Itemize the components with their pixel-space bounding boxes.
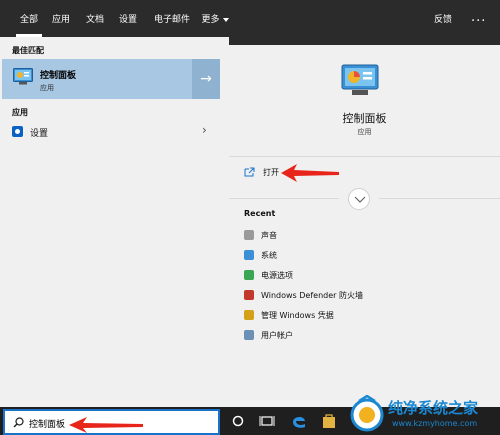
best-match-heading: 最佳匹配 (12, 46, 44, 55)
edge-browser-icon[interactable] (289, 411, 309, 431)
watermark-logo-icon (350, 395, 384, 432)
control-panel-icon (13, 68, 33, 85)
gear-icon (12, 126, 23, 137)
tab-email[interactable]: 电子邮件 (150, 0, 194, 37)
search-input[interactable]: 控制面板 (29, 417, 65, 430)
watermark-brand: 纯净系统之家 (388, 399, 479, 417)
cortana-icon[interactable] (228, 411, 248, 431)
best-match-subtitle: 应用 (40, 84, 54, 92)
recent-heading: Recent (244, 209, 276, 218)
apps-heading: 应用 (12, 108, 28, 117)
power-icon (244, 270, 254, 280)
settings-result-label: 设置 (30, 129, 49, 139)
recent-item-label: 系统 (261, 251, 277, 260)
tab-more[interactable]: 更多 (198, 0, 232, 37)
tab-all[interactable]: 全部 (14, 0, 44, 37)
watermark: 纯净系统之家 www.kzmyhome.com (345, 393, 500, 435)
more-options-button[interactable]: ... (471, 0, 486, 37)
recent-item-label: 管理 Windows 凭据 (261, 311, 334, 320)
task-view-icon[interactable] (257, 411, 277, 431)
credentials-icon (244, 310, 254, 320)
expand-button[interactable] (348, 188, 370, 210)
detail-subtitle: 应用 (357, 128, 372, 136)
system-icon (244, 250, 254, 260)
tab-documents[interactable]: 文档 (84, 0, 106, 37)
tab-apps[interactable]: 应用 (50, 0, 72, 37)
details-panel: 控制面板 应用 打开 Recent 声音 系统 电源选项 Windows Def… (229, 45, 500, 407)
watermark-url: www.kzmyhome.com (392, 419, 478, 428)
feedback-link[interactable]: 反馈 (434, 0, 452, 37)
best-match-item[interactable]: 控制面板 应用 → (2, 59, 220, 99)
recent-item-label: 电源选项 (261, 271, 293, 280)
recent-item-label: 声音 (261, 231, 277, 240)
divider (229, 156, 500, 157)
open-label: 打开 (263, 168, 279, 177)
chevron-down-icon (354, 196, 366, 203)
control-panel-large-icon (341, 64, 379, 95)
users-icon (244, 330, 254, 340)
speaker-icon (244, 230, 254, 240)
search-filter-bar: 全部 应用 文档 设置 电子邮件 更多 反馈 ... (0, 0, 500, 37)
recent-item-label: Windows Defender 防火墙 (261, 291, 363, 300)
settings-result-item[interactable]: 设置 › (0, 122, 229, 142)
chevron-down-icon (222, 17, 229, 22)
recent-item-label: 用户帐户 (261, 331, 293, 340)
detail-title: 控制面板 (342, 112, 387, 125)
divider (229, 198, 339, 199)
search-icon (13, 417, 24, 428)
results-panel: 最佳匹配 控制面板 应用 → 应用 设置 › (0, 37, 229, 407)
arrow-right-icon[interactable]: → (192, 59, 220, 99)
firewall-icon (244, 290, 254, 300)
store-icon[interactable] (319, 411, 339, 431)
annotation-arrow-icon (69, 417, 143, 433)
chevron-right-icon[interactable]: › (202, 123, 207, 137)
tab-settings[interactable]: 设置 (117, 0, 139, 37)
best-match-title: 控制面板 (40, 71, 77, 81)
open-external-icon (244, 167, 255, 177)
divider (379, 198, 500, 199)
annotation-arrow-icon (281, 164, 339, 182)
